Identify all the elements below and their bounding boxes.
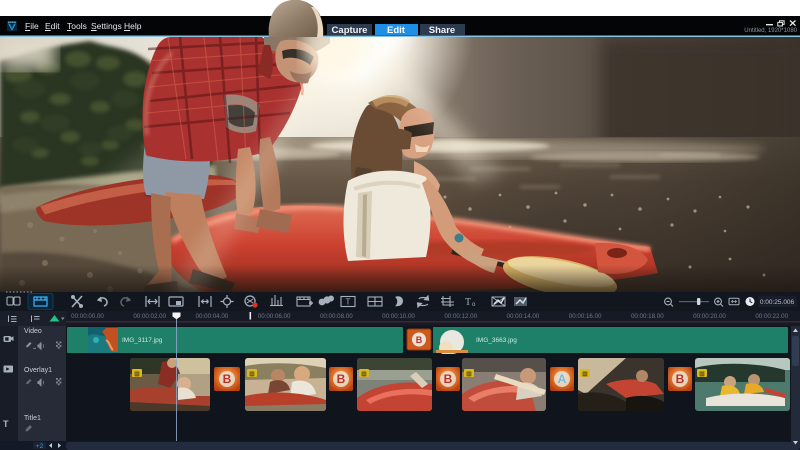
svg-text:00:00:04.00: 00:00:04.00	[196, 313, 229, 320]
svg-text:00:00:14.00: 00:00:14.00	[507, 313, 540, 320]
svg-text:00:00:18.00: 00:00:18.00	[631, 313, 664, 320]
svg-text:+2: +2	[36, 443, 44, 450]
svg-text:T: T	[465, 297, 471, 308]
svg-text:00:00:00.00: 00:00:00.00	[71, 313, 104, 320]
svg-text:▦: ▦	[699, 371, 705, 377]
svg-text:B: B	[444, 372, 453, 386]
svg-text:00:00:10.00: 00:00:10.00	[382, 313, 415, 320]
svg-text:00:00:22.00: 00:00:22.00	[755, 313, 788, 320]
svg-text:T: T	[346, 298, 351, 307]
svg-text:▦: ▦	[134, 371, 140, 377]
svg-text:▦: ▦	[361, 371, 367, 377]
svg-text:B: B	[676, 372, 685, 386]
svg-text:IMG_3663.jpg: IMG_3663.jpg	[476, 337, 517, 344]
svg-text:00:00:02.00: 00:00:02.00	[133, 313, 166, 320]
svg-text:00:00:08.00: 00:00:08.00	[320, 313, 353, 320]
svg-text:0:00:25.006: 0:00:25.006	[760, 299, 795, 306]
svg-text:00:00:16.00: 00:00:16.00	[569, 313, 602, 320]
svg-text:o: o	[472, 302, 476, 308]
svg-text:▦: ▦	[582, 371, 588, 377]
svg-text:▦: ▦	[249, 371, 255, 377]
svg-text:A: A	[558, 372, 567, 386]
svg-text:00:00:06.00: 00:00:06.00	[258, 313, 291, 320]
svg-text:T: T	[3, 419, 9, 429]
svg-text:B: B	[337, 372, 346, 386]
svg-text:00:00:12.00: 00:00:12.00	[444, 313, 477, 320]
svg-text:B: B	[223, 372, 232, 386]
svg-text:▦: ▦	[466, 371, 472, 377]
svg-text:00:00:20.00: 00:00:20.00	[693, 313, 726, 320]
svg-text:IMG_3117.jpg: IMG_3117.jpg	[122, 337, 163, 344]
svg-text:B: B	[416, 335, 423, 345]
